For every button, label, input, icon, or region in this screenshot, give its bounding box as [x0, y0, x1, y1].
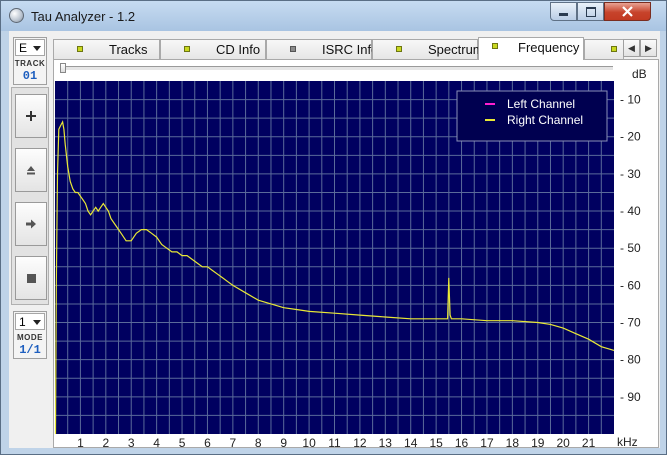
track-number: 01 [22, 69, 38, 83]
maximize-button[interactable] [577, 2, 604, 21]
tab-strip: Tracks CD Info ISRC Info Spectrum Freque… [53, 37, 659, 60]
y-tick-label: - 30 [620, 167, 641, 181]
minimize-icon [559, 13, 568, 16]
x-tick-label: 20 [557, 436, 571, 447]
tab-label: CD Info [216, 42, 261, 57]
tab-scroll-right-button[interactable]: ▶ [640, 39, 657, 57]
tab-frequency[interactable]: Frequency [478, 37, 584, 60]
stop-button[interactable] [15, 256, 47, 300]
track-panel: E TRACK 01 [13, 37, 47, 85]
arrow-right-icon [26, 219, 36, 229]
x-tick-label: 16 [455, 436, 469, 447]
x-tick-label: 6 [204, 436, 211, 447]
y-tick-label: - 10 [620, 93, 641, 107]
y-tick-label: - 50 [620, 241, 641, 255]
drive-select[interactable]: E [15, 39, 45, 56]
status-led-icon [290, 46, 296, 52]
arrow-right-icon: ▶ [645, 42, 652, 53]
y-tick-label: - 40 [620, 204, 641, 218]
client-area: E TRACK 01 1 MODE 1/1 Tracks CD Info ISR… [9, 31, 660, 449]
transport-panel [11, 87, 49, 305]
tab-tracks[interactable]: Tracks [53, 39, 160, 59]
sidebar: E TRACK 01 1 MODE 1/1 [11, 37, 49, 446]
tab-label: ISRC Info [322, 42, 379, 57]
add-button[interactable] [15, 94, 47, 138]
mode-select-value: 1 [19, 315, 26, 329]
x-tick-label: 14 [404, 436, 418, 447]
x-tick-label: 21 [582, 436, 596, 447]
chevron-down-icon [33, 320, 41, 325]
drive-select-value: E [19, 41, 28, 55]
minimize-button[interactable] [550, 2, 577, 21]
x-tick-label: 19 [531, 436, 545, 447]
frequency-panel: dB kHz 1 2 3 4 5 6 7 8 9 10 11 12 13 14 15 16 17 18 19 20 21… [53, 59, 659, 449]
tab-cd-info[interactable]: CD Info [160, 39, 266, 59]
x-tick-label: 13 [379, 436, 393, 447]
arrow-left-icon: ◀ [628, 42, 635, 53]
status-led-icon [77, 46, 83, 52]
tab-spectrum[interactable]: Spectrum [372, 39, 484, 59]
x-tick-label: 4 [153, 436, 160, 447]
x-tick-label: 5 [179, 436, 186, 447]
y-tick-label: - 70 [620, 316, 641, 330]
window-title: Tau Analyzer - 1.2 [31, 9, 136, 24]
status-led-icon [611, 46, 617, 52]
app-window: Tau Analyzer - 1.2 E TRACK 01 1 MODE 1/1… [0, 0, 667, 455]
x-tick-label: 15 [429, 436, 443, 447]
y-tick-label: - 80 [620, 353, 641, 367]
tab-label: Spectrum [428, 42, 484, 57]
tab-isrc-info[interactable]: ISRC Info [266, 39, 378, 59]
track-label: TRACK [14, 59, 46, 68]
y-tick-label: - 20 [620, 130, 641, 144]
maximize-icon [585, 6, 596, 17]
mode-panel: 1 MODE 1/1 [13, 311, 47, 359]
x-tick-label: 3 [128, 436, 135, 447]
plus-icon [26, 111, 36, 121]
tab-label: Frequency [518, 40, 580, 55]
x-tick-label: 18 [506, 436, 520, 447]
x-tick-label: 7 [230, 436, 237, 447]
close-icon [622, 6, 633, 17]
eject-icon [27, 166, 35, 175]
legend-label: Right Channel [507, 113, 583, 127]
x-tick-label: 1 [77, 436, 84, 447]
y-tick-label: - 60 [620, 278, 641, 292]
next-button[interactable] [15, 202, 47, 246]
tab-scroll-left-button[interactable]: ◀ [623, 39, 640, 57]
chevron-down-icon [33, 46, 41, 51]
status-led-icon [184, 46, 190, 52]
x-tick-label: 9 [280, 436, 287, 447]
x-tick-label: 8 [255, 436, 262, 447]
tab-label: Tracks [109, 42, 148, 57]
x-tick-label: 12 [353, 436, 367, 447]
stop-icon [26, 273, 36, 283]
mode-label: MODE [17, 333, 43, 342]
title-bar: Tau Analyzer - 1.2 [1, 1, 666, 31]
y-tick-label: - 90 [620, 390, 641, 404]
legend-label: Left Channel [507, 97, 575, 111]
x-tick-label: 10 [302, 436, 316, 447]
app-icon [9, 8, 24, 23]
close-button[interactable] [604, 2, 651, 21]
status-led-icon [396, 46, 402, 52]
tab-overflow[interactable] [584, 39, 624, 59]
x-tick-label: 17 [480, 436, 494, 447]
x-tick-label: 2 [102, 436, 109, 447]
mode-value: 1/1 [19, 343, 41, 357]
x-tick-label: 11 [328, 436, 341, 447]
mode-select[interactable]: 1 [15, 313, 45, 330]
status-led-icon [492, 43, 498, 49]
eject-button[interactable] [15, 148, 47, 192]
frequency-chart: 1 2 3 4 5 6 7 8 9 10 11 12 13 14 15 16 17 18 19 20 21- 10- 2… [54, 81, 641, 447]
